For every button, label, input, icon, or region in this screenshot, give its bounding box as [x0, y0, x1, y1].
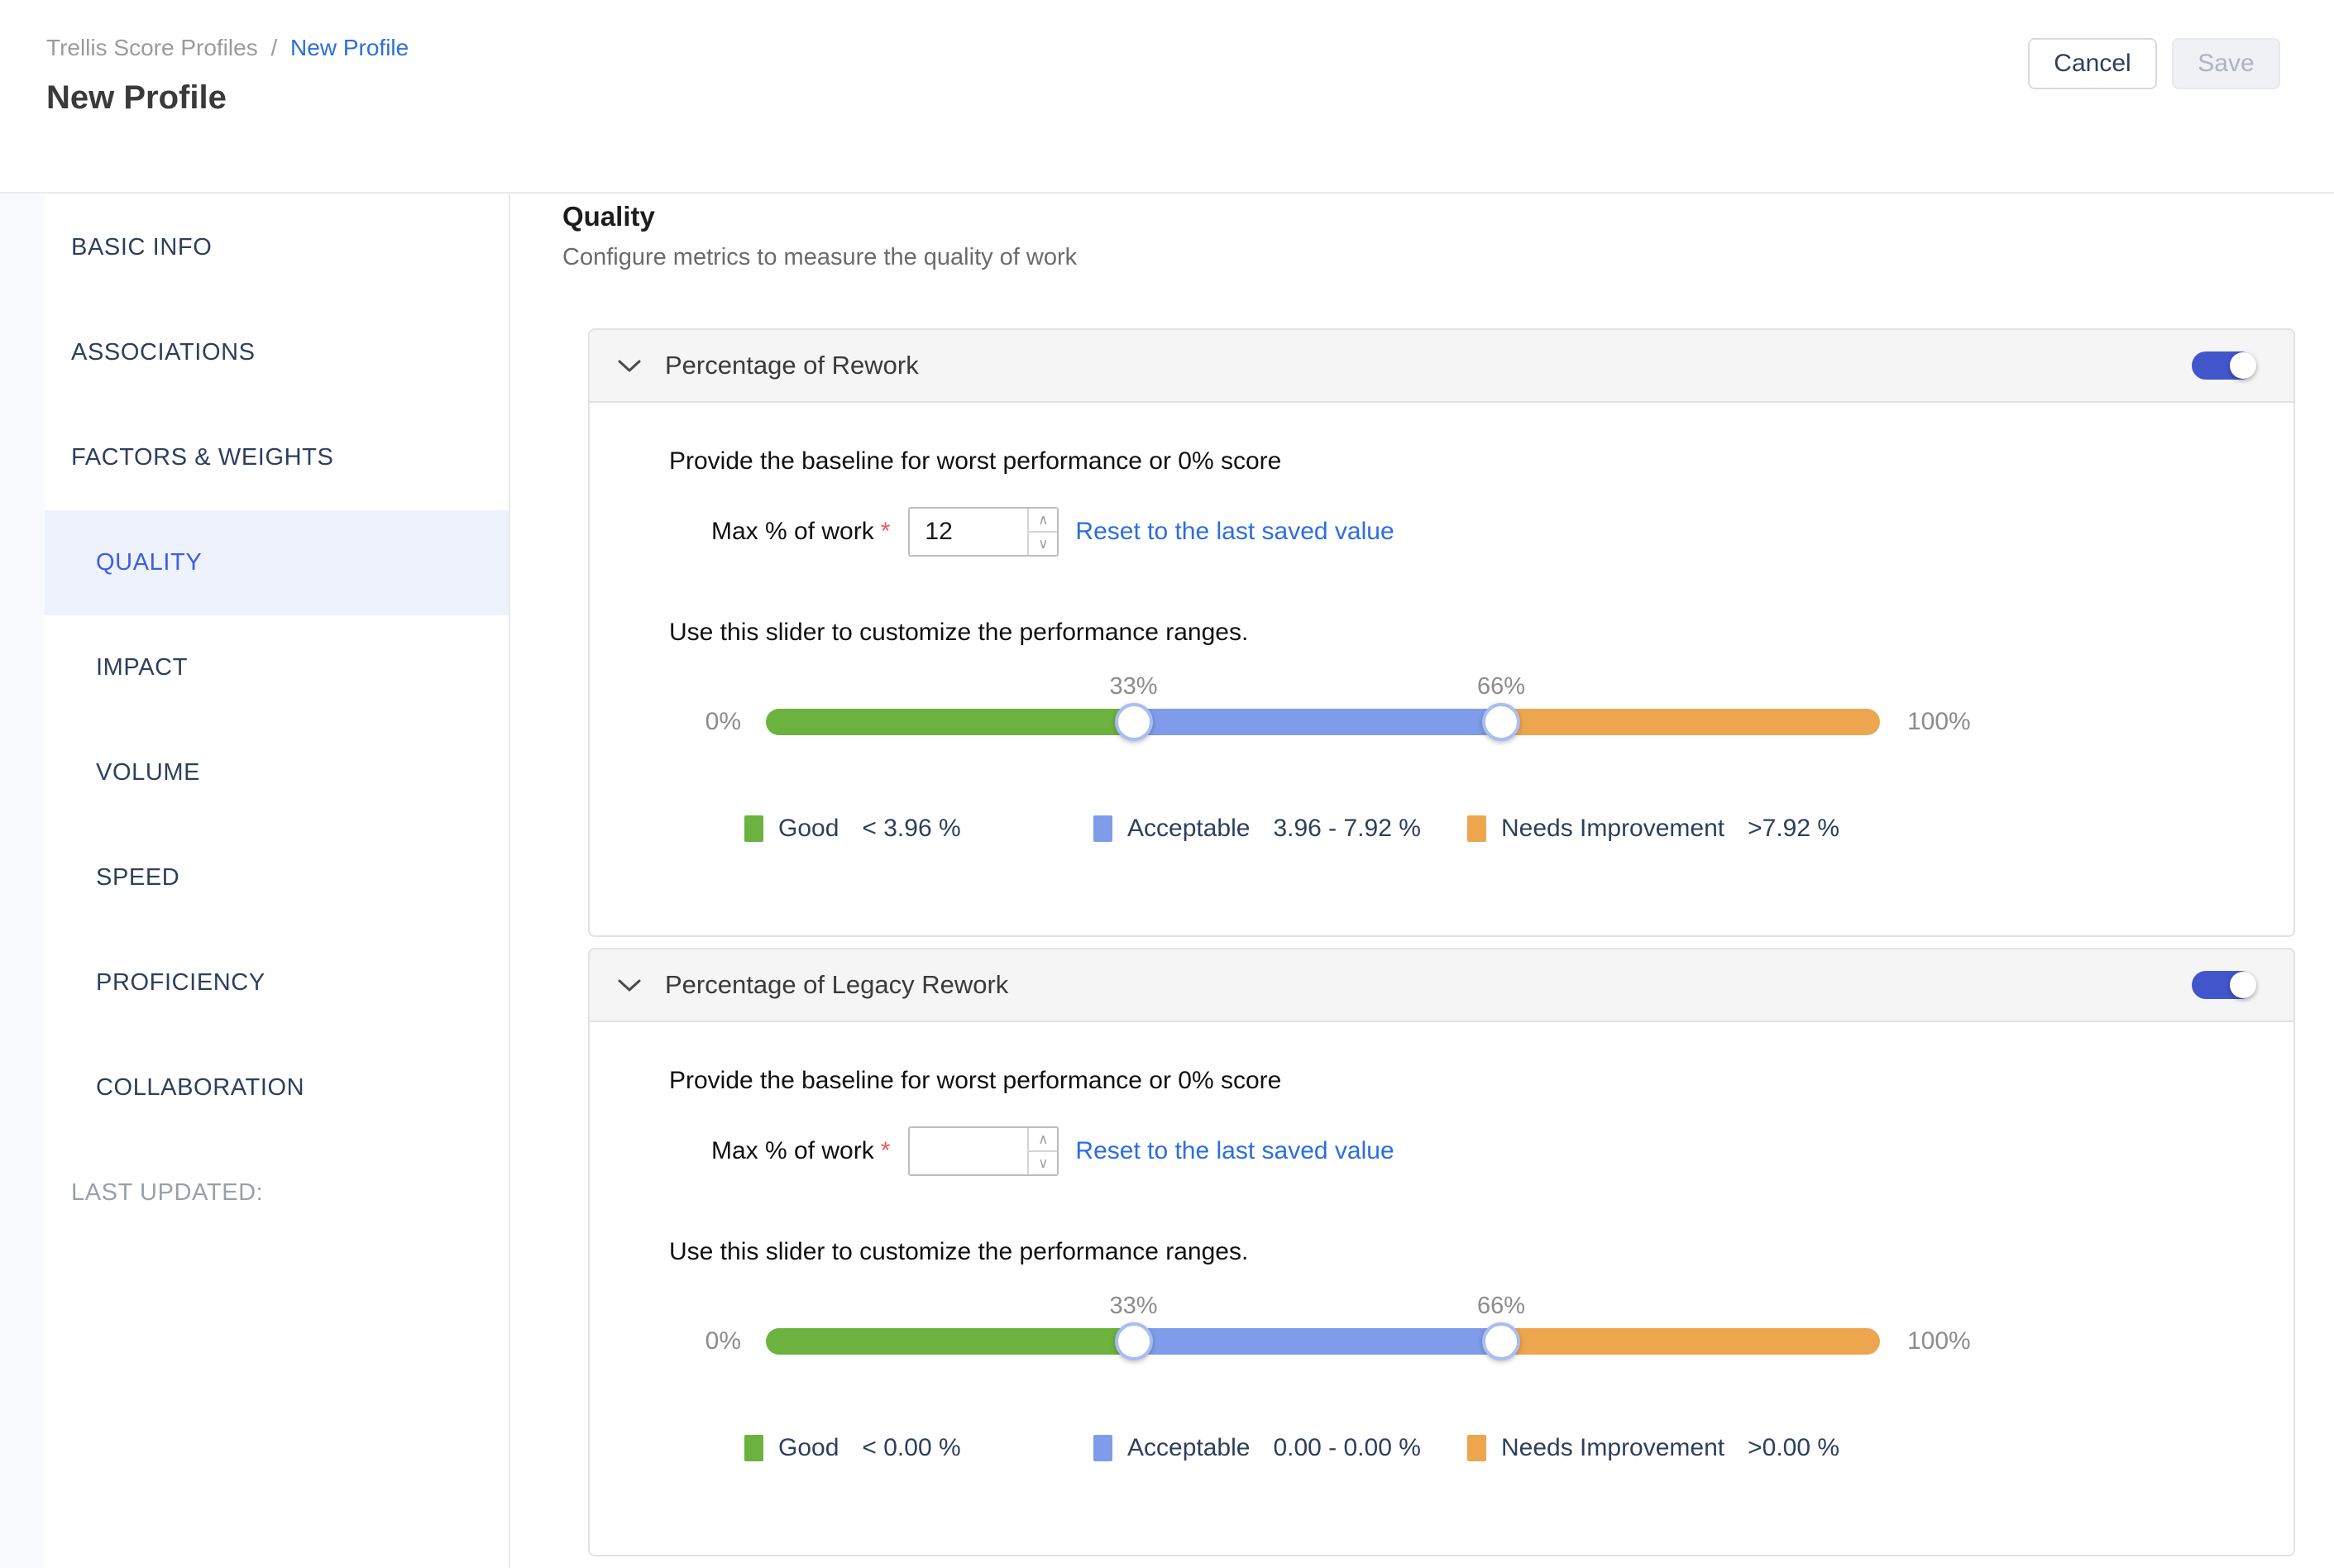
slider-handle1-value: 33%: [1109, 1293, 1157, 1320]
breadcrumb-root[interactable]: Trellis Score Profiles: [46, 35, 258, 60]
metric-card-body: Provide the baseline for worst performan…: [590, 1022, 2293, 1555]
sidebar-item-speed[interactable]: SPEED: [45, 825, 509, 930]
toggle-knob: [2230, 352, 2256, 379]
performance-slider: 0% 33% 66% 100%: [690, 708, 2214, 736]
cancel-button[interactable]: Cancel: [2028, 38, 2157, 89]
slider-handle-2[interactable]: [1482, 703, 1520, 741]
slider-instruction: Use this slider to customize the perform…: [669, 619, 2214, 647]
legend-item-needs-improvement: Needs Improvement >0.00 %: [1467, 1434, 2214, 1462]
acceptable-swatch-icon: [1093, 815, 1112, 842]
sidebar-item-associations[interactable]: ASSOCIATIONS: [45, 300, 509, 405]
spinner-up-icon[interactable]: ∧: [1029, 509, 1057, 533]
metric-card-title: Percentage of Legacy Rework: [665, 970, 1008, 1000]
reset-link[interactable]: Reset to the last saved value: [1075, 1137, 1394, 1165]
legend-item-acceptable: Acceptable 3.96 - 7.92 %: [1093, 815, 1467, 843]
toggle-knob: [2230, 972, 2256, 998]
acceptable-swatch-icon: [1093, 1435, 1112, 1461]
max-percent-input[interactable]: [910, 1128, 1027, 1174]
legend-item-acceptable: Acceptable 0.00 - 0.00 %: [1093, 1434, 1467, 1462]
max-percent-input-group: ∧ ∨: [908, 1126, 1059, 1176]
breadcrumb: Trellis Score Profiles / New Profile: [46, 35, 409, 61]
needs-improvement-swatch-icon: [1467, 1435, 1486, 1461]
metric-card-header[interactable]: Percentage of Rework: [590, 330, 2293, 403]
save-button[interactable]: Save: [2172, 38, 2280, 89]
slider-instruction: Use this slider to customize the perform…: [669, 1238, 2214, 1266]
sidebar-item-impact[interactable]: IMPACT: [45, 615, 509, 720]
slider-handle2-value: 66%: [1477, 1293, 1525, 1320]
metric-enabled-toggle[interactable]: [2192, 351, 2255, 380]
slider-track[interactable]: 33% 66%: [766, 1328, 1880, 1355]
breadcrumb-separator: /: [270, 35, 277, 60]
needs-improvement-swatch-icon: [1467, 815, 1486, 842]
spinner-up-icon[interactable]: ∧: [1029, 1128, 1057, 1152]
left-gutter: [0, 194, 45, 1568]
section-subtitle: Configure metrics to measure the quality…: [562, 244, 2295, 271]
page-title: New Profile: [46, 79, 409, 117]
sidebar-item-quality[interactable]: QUALITY: [45, 510, 509, 615]
max-percent-label: Max % of work*: [711, 1137, 890, 1165]
metric-card-header[interactable]: Percentage of Legacy Rework: [590, 949, 2293, 1022]
good-swatch-icon: [744, 815, 763, 842]
slider-segment-good: [766, 1328, 1134, 1355]
slider-handle1-value: 33%: [1109, 673, 1157, 700]
required-asterisk: *: [881, 1137, 891, 1164]
slider-handle-2[interactable]: [1482, 1322, 1520, 1360]
main-content: Quality Configure metrics to measure the…: [510, 194, 2334, 1568]
slider-min-label: 0%: [690, 708, 741, 736]
legend-item-good: Good < 3.96 %: [744, 815, 1093, 843]
sidebar: BASIC INFO ASSOCIATIONS FACTORS & WEIGHT…: [45, 194, 510, 1568]
slider-handle-1[interactable]: [1115, 1322, 1153, 1360]
top-bar: Trellis Score Profiles / New Profile New…: [0, 0, 2334, 194]
slider-segment-good: [766, 709, 1134, 735]
max-percent-field-row: Max % of work* ∧ ∨ Reset to the last sav…: [711, 507, 2214, 557]
chevron-down-icon[interactable]: [617, 353, 642, 378]
metric-cards: Percentage of Rework Provide the baselin…: [588, 328, 2295, 1556]
sidebar-item-basic-info[interactable]: BASIC INFO: [45, 195, 509, 300]
slider-max-label: 100%: [1907, 708, 1971, 736]
metric-card-body: Provide the baseline for worst performan…: [590, 403, 2293, 935]
top-bar-actions: Cancel Save: [2028, 38, 2280, 89]
sidebar-item-volume[interactable]: VOLUME: [45, 720, 509, 825]
sidebar-item-factors-weights[interactable]: FACTORS & WEIGHTS: [45, 405, 509, 510]
metric-card-percentage-of-rework: Percentage of Rework Provide the baselin…: [588, 328, 2295, 937]
max-percent-input[interactable]: [910, 509, 1027, 555]
top-bar-left: Trellis Score Profiles / New Profile New…: [46, 35, 409, 117]
performance-slider: 0% 33% 66% 100%: [690, 1327, 2214, 1355]
metric-enabled-toggle[interactable]: [2192, 971, 2255, 999]
sidebar-item-collaboration[interactable]: COLLABORATION: [45, 1035, 509, 1140]
max-percent-input-group: ∧ ∨: [908, 507, 1059, 557]
spinner-down-icon[interactable]: ∨: [1029, 1152, 1057, 1174]
last-updated-label: LAST UPDATED:: [45, 1140, 509, 1245]
chevron-down-icon[interactable]: [617, 973, 642, 997]
baseline-instruction: Provide the baseline for worst performan…: [669, 1067, 2214, 1095]
spinner-down-icon[interactable]: ∨: [1029, 533, 1057, 555]
slider-min-label: 0%: [690, 1327, 741, 1355]
good-swatch-icon: [744, 1435, 763, 1461]
slider-handle-1[interactable]: [1115, 703, 1153, 741]
slider-handle2-value: 66%: [1477, 673, 1525, 700]
metric-card-title: Percentage of Rework: [665, 351, 919, 380]
sidebar-item-proficiency[interactable]: PROFICIENCY: [45, 930, 509, 1035]
slider-segment-acceptable: [1134, 1328, 1502, 1355]
range-legend: Good < 0.00 % Acceptable 0.00 - 0.00 % N…: [744, 1434, 2214, 1462]
range-legend: Good < 3.96 % Acceptable 3.96 - 7.92 % N…: [744, 815, 2214, 843]
metric-card-percentage-of-legacy-rework: Percentage of Legacy Rework Provide the …: [588, 948, 2295, 1556]
max-percent-label: Max % of work*: [711, 518, 890, 546]
breadcrumb-current[interactable]: New Profile: [290, 35, 409, 60]
section-title: Quality: [562, 201, 2295, 232]
legend-item-needs-improvement: Needs Improvement >7.92 %: [1467, 815, 2214, 843]
required-asterisk: *: [881, 518, 891, 545]
slider-track[interactable]: 33% 66%: [766, 709, 1880, 735]
number-spinner: ∧ ∨: [1027, 1128, 1057, 1174]
max-percent-field-row: Max % of work* ∧ ∨ Reset to the last sav…: [711, 1126, 2214, 1176]
slider-max-label: 100%: [1907, 1327, 1971, 1355]
slider-segment-acceptable: [1134, 709, 1502, 735]
slider-segment-needs-improvement: [1501, 709, 1880, 735]
reset-link[interactable]: Reset to the last saved value: [1075, 518, 1394, 546]
slider-segment-needs-improvement: [1501, 1328, 1880, 1355]
baseline-instruction: Provide the baseline for worst performan…: [669, 447, 2214, 476]
legend-item-good: Good < 0.00 %: [744, 1434, 1093, 1462]
number-spinner: ∧ ∨: [1027, 509, 1057, 555]
